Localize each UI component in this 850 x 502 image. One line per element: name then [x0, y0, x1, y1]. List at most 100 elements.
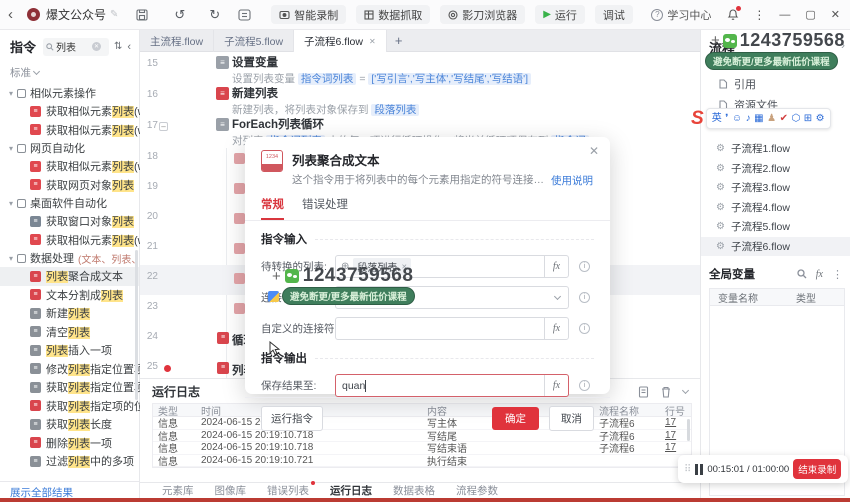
close-window-button[interactable]: ✕	[831, 8, 840, 21]
command-search[interactable]: ✕	[43, 38, 109, 56]
log-row[interactable]: 信息 2024-06-15 20:19:10.718 写结束语 子流程6 17	[153, 442, 691, 455]
tree-group-header[interactable]: ▾ 相似元素操作	[0, 84, 139, 102]
browser-button[interactable]: 影刀浏览器	[440, 5, 525, 24]
collapse-toggle-icon[interactable]: –	[159, 122, 168, 131]
row-number[interactable]: 20	[142, 211, 158, 222]
debug-button[interactable]: 调试	[595, 5, 633, 24]
command-search-input[interactable]	[56, 41, 90, 52]
flow-tab[interactable]: 主流程.flow	[140, 30, 214, 52]
add-tab-button[interactable]: +	[387, 30, 411, 51]
input-method-icon[interactable]: ⊞	[804, 114, 812, 124]
command-item[interactable]: ≡ 新建列表	[0, 304, 139, 323]
stop-recording-button[interactable]: 结束录制	[793, 459, 841, 479]
tab-error-handling[interactable]: 错误处理	[302, 196, 348, 220]
log-line-link[interactable]: 17	[665, 442, 691, 453]
input-method-icon[interactable]: ♪	[746, 114, 751, 124]
command-item[interactable]: ≡ 修改列表指定位置项的值	[0, 360, 139, 379]
command-item[interactable]: ≡ 获取相似元素列表(win)	[0, 231, 139, 250]
bottom-tab[interactable]: 错误列表	[267, 483, 309, 498]
collapse-log-icon[interactable]	[682, 386, 689, 393]
notifications-button[interactable]	[727, 8, 739, 21]
minimize-button[interactable]: —	[779, 9, 790, 21]
bottom-tab[interactable]: 数据表格	[393, 483, 435, 498]
export-log-icon[interactable]	[638, 386, 649, 398]
flow-file-item[interactable]: ⚙ 子流程6.flow	[701, 237, 850, 257]
info-icon[interactable]: i	[579, 380, 590, 391]
back-icon[interactable]: ‹	[8, 7, 13, 22]
command-item[interactable]: ≡ 删除列表一项	[0, 434, 139, 453]
fx-button[interactable]: fx	[544, 375, 568, 396]
command-item[interactable]: ≡ 获取窗口对象列表	[0, 212, 139, 231]
close-tab-icon[interactable]: ✕	[369, 37, 376, 46]
info-icon[interactable]: i	[579, 292, 590, 303]
clear-log-icon[interactable]	[661, 386, 671, 398]
bottom-tab[interactable]: 运行日志	[330, 483, 372, 498]
row-number[interactable]: 17	[142, 120, 158, 131]
save-result-input[interactable]: quan fx	[335, 374, 569, 397]
command-item[interactable]: ≡ 过滤列表中的多项	[0, 452, 139, 471]
input-method-icon[interactable]: ▦	[754, 114, 763, 124]
sidebar-scrollbar[interactable]	[135, 250, 138, 400]
fx-button[interactable]: fx	[544, 256, 568, 277]
close-dialog-icon[interactable]: ✕	[589, 144, 599, 158]
collapse-sidebar-icon[interactable]: ‹	[127, 41, 131, 53]
smart-record-button[interactable]: 智能录制	[271, 5, 346, 24]
row-number[interactable]: 25	[142, 361, 158, 372]
bottom-tab[interactable]: 图像库	[215, 483, 247, 498]
confirm-button[interactable]: 确定	[492, 407, 539, 430]
command-item[interactable]: ≡ 获取列表长度	[0, 415, 139, 434]
more-menu-icon[interactable]: ⋮	[753, 9, 765, 21]
info-icon[interactable]: i	[579, 261, 590, 272]
data-capture-button[interactable]: 数据抓取	[356, 5, 430, 24]
flow-step-row[interactable]: 16 – ≡ 新建列表 新建列表，将列表对象保存到 段落列表	[140, 83, 700, 114]
input-method-icon[interactable]: ✔	[780, 114, 788, 124]
maximize-button[interactable]: ▢	[805, 8, 815, 21]
flow-file-item[interactable]: ⚙ 子流程5.flow	[701, 217, 850, 237]
command-item[interactable]: ≡ 清空列表	[0, 323, 139, 342]
flow-tab[interactable]: 子流程6.flow ✕	[294, 30, 387, 52]
input-method-icon[interactable]: ❜	[725, 114, 728, 124]
command-item[interactable]: ≡ 获取网页对象列表	[0, 176, 139, 195]
input-method-icon[interactable]: ☺	[732, 114, 742, 124]
command-item[interactable]: ≡ 获取相似元素列表(win)	[0, 121, 139, 140]
panel-link[interactable]: 引用	[701, 73, 850, 94]
flow-tab[interactable]: 子流程5.flow	[214, 30, 294, 52]
fx-icon[interactable]: fx	[816, 269, 823, 280]
row-number[interactable]: 24	[142, 331, 158, 342]
command-item[interactable]: ≡ 列表插入一项	[0, 341, 139, 360]
command-item[interactable]: ≡ 获取相似元素列表(web)	[0, 102, 139, 121]
row-number[interactable]: 15	[142, 58, 158, 69]
flow-file-item[interactable]: ⚙ 子流程3.flow	[701, 178, 850, 198]
more-icon[interactable]: ⋮	[832, 268, 843, 281]
row-number[interactable]: 18	[142, 151, 158, 162]
drag-handle-icon[interactable]: ⠿	[684, 464, 691, 475]
variables-panel-icon[interactable]	[238, 9, 251, 21]
command-item[interactable]: ≡ 列表聚合成文本	[0, 267, 139, 286]
command-category-select[interactable]: 标准	[0, 56, 139, 82]
tree-group-header[interactable]: ▾ 桌面软件自动化	[0, 194, 139, 212]
fx-button[interactable]: fx	[544, 318, 568, 339]
row-number[interactable]: 22	[142, 271, 158, 282]
undo-icon[interactable]: ↺	[174, 8, 185, 21]
command-item[interactable]: ≡ 获取列表指定位置项	[0, 378, 139, 397]
breakpoint-dot[interactable]	[164, 365, 171, 372]
sogou-logo-icon[interactable]: S	[691, 109, 704, 128]
redo-icon[interactable]: ↻	[209, 8, 220, 21]
custom-connector-input[interactable]: fx	[335, 317, 569, 340]
log-row[interactable]: 信息 2024-06-15 20:19:10.721 执行结束	[153, 455, 691, 468]
command-item[interactable]: ≡ 获取相似元素列表(web)	[0, 157, 139, 176]
pause-icon[interactable]	[695, 464, 703, 475]
log-scrollbar[interactable]	[687, 419, 690, 441]
save-icon[interactable]	[136, 9, 148, 21]
flow-file-item[interactable]: ⚙ 子流程4.flow	[701, 198, 850, 218]
command-item[interactable]: ≡ 文本分割成列表	[0, 286, 139, 305]
flow-file-item[interactable]: ⚙ 子流程2.flow	[701, 159, 850, 179]
run-command-button[interactable]: 运行指令	[261, 406, 323, 431]
bottom-tab[interactable]: 元素库	[162, 483, 194, 498]
input-method-icon[interactable]: ♟	[767, 114, 776, 124]
input-method-icon[interactable]: ⬡	[791, 114, 800, 124]
show-all-results-link[interactable]: 展示全部结果	[0, 481, 139, 498]
learn-center-button[interactable]: ? 学习中心	[651, 7, 711, 23]
search-icon[interactable]	[797, 269, 807, 279]
tree-group-header[interactable]: ▾ 网页自动化	[0, 139, 139, 157]
